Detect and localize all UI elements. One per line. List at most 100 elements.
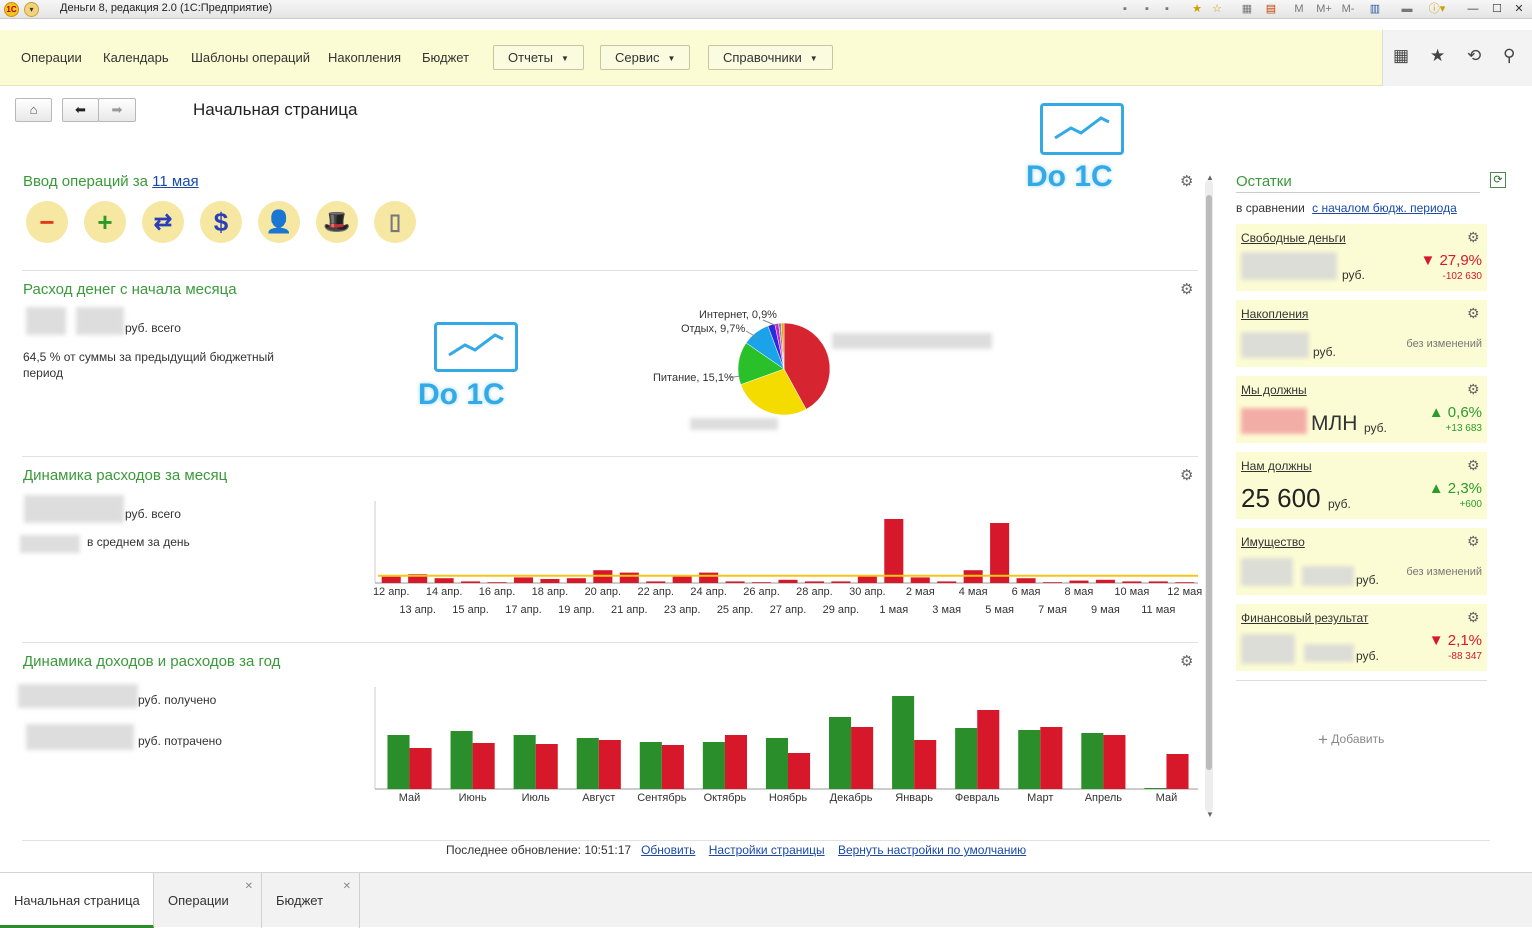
service-dropdown[interactable]: Сервис ▼ bbox=[600, 45, 691, 70]
info-icon[interactable]: ⓘ▾ bbox=[1426, 1, 1448, 18]
card-change: ▼ 2,1% bbox=[1428, 632, 1482, 649]
search-icon[interactable]: ⚲ bbox=[1503, 46, 1515, 66]
save-icon[interactable]: ▪ bbox=[1118, 1, 1132, 18]
favorites-star-icon[interactable]: ★ bbox=[1430, 46, 1445, 66]
menu-item-calendar[interactable]: Календарь bbox=[103, 50, 169, 65]
reports-dropdown[interactable]: Отчеты ▼ bbox=[493, 45, 584, 70]
maximize-icon[interactable]: ☐ bbox=[1490, 1, 1504, 18]
last-update-time: 10:51:17 bbox=[584, 843, 632, 857]
card-gear-icon[interactable]: ⚙ bbox=[1467, 381, 1480, 398]
bar bbox=[409, 748, 432, 789]
x-tick-label: 5 мая bbox=[985, 604, 1014, 616]
preview-icon[interactable]: ▪ bbox=[1160, 1, 1174, 18]
main-menu-icon[interactable]: ▾ bbox=[24, 2, 39, 17]
card-title[interactable]: Финансовый результат bbox=[1241, 611, 1368, 625]
favorite-list-icon[interactable]: ☆ bbox=[1210, 1, 1224, 18]
x-tick-label: 22 апр. bbox=[637, 586, 674, 598]
menu-item-templates[interactable]: Шаблоны операций bbox=[191, 50, 310, 65]
window-layout-icon[interactable]: ▬ bbox=[1398, 1, 1416, 18]
refresh-link[interactable]: Обновить bbox=[641, 843, 695, 857]
expense-minus-button[interactable]: − bbox=[26, 201, 68, 243]
close-tab-icon[interactable]: ✕ bbox=[245, 859, 253, 914]
bar bbox=[576, 738, 599, 789]
currency-exchange-button[interactable]: $ bbox=[200, 201, 242, 243]
card-title[interactable]: Мы должны bbox=[1241, 383, 1307, 397]
calculator-icon[interactable]: ▦ bbox=[1240, 1, 1254, 18]
memory-clear-icon[interactable]: M bbox=[1292, 1, 1306, 18]
document-button[interactable]: ▯ bbox=[374, 201, 416, 243]
history-icon[interactable]: ⟲ bbox=[1467, 46, 1481, 66]
bar bbox=[1095, 579, 1115, 583]
footer-bar: Последнее обновление: 10:51:17 Обновить … bbox=[446, 843, 1026, 857]
close-window-icon[interactable]: ✕ bbox=[1512, 1, 1526, 18]
forward-button[interactable]: ➡ bbox=[98, 98, 136, 122]
scrollbar-thumb[interactable] bbox=[1206, 195, 1212, 770]
balance-card-property[interactable]: Имущество ⚙ руб. без изменений bbox=[1236, 528, 1487, 595]
monthly-total-suffix: руб. всего bbox=[125, 507, 181, 521]
income-plus-button[interactable]: + bbox=[84, 201, 126, 243]
card-gear-icon[interactable]: ⚙ bbox=[1467, 305, 1480, 322]
chevron-down-icon: ▼ bbox=[560, 54, 569, 64]
bar bbox=[765, 738, 788, 789]
all-functions-icon[interactable]: ▦ bbox=[1393, 46, 1409, 66]
menu-item-operations[interactable]: Операции bbox=[21, 50, 82, 65]
app-logo-icon[interactable]: 1С bbox=[4, 2, 19, 17]
bar bbox=[1144, 788, 1167, 789]
menu-item-budget[interactable]: Бюджет bbox=[422, 50, 469, 65]
bar bbox=[884, 519, 904, 583]
minimize-icon[interactable]: — bbox=[1466, 1, 1480, 18]
close-tab-icon[interactable]: ✕ bbox=[343, 859, 351, 914]
x-tick-label: Ноябрь bbox=[769, 792, 807, 804]
card-title[interactable]: Нам должны bbox=[1241, 459, 1312, 473]
card-gear-icon[interactable]: ⚙ bbox=[1467, 457, 1480, 474]
card-title[interactable]: Имущество bbox=[1241, 535, 1305, 549]
compare-period-link[interactable]: с началом бюдж. периода bbox=[1312, 201, 1457, 215]
page-settings-link[interactable]: Настройки страницы bbox=[709, 843, 825, 857]
tab-home[interactable]: Начальная страница bbox=[0, 873, 154, 928]
card-gear-icon[interactable]: ⚙ bbox=[1467, 533, 1480, 550]
yearly-settings-gear-icon[interactable]: ⚙ bbox=[1180, 652, 1193, 670]
monthly-settings-gear-icon[interactable]: ⚙ bbox=[1180, 466, 1193, 484]
debt-person-button[interactable]: 👤 bbox=[258, 201, 300, 243]
card-gear-icon[interactable]: ⚙ bbox=[1467, 229, 1480, 246]
entry-settings-gear-icon[interactable]: ⚙ bbox=[1180, 172, 1193, 190]
balance-card-financial-result[interactable]: Финансовый результат ⚙ руб. ▼ 2,1% -88 3… bbox=[1236, 604, 1487, 671]
top-hat-button[interactable]: 🎩 bbox=[316, 201, 358, 243]
divider bbox=[22, 270, 1198, 271]
transfer-button[interactable]: ⇄ bbox=[142, 201, 184, 243]
home-button[interactable]: ⌂ bbox=[15, 98, 52, 122]
refresh-balances-icon[interactable]: ⟳ bbox=[1490, 172, 1506, 188]
card-title[interactable]: Свободные деньги bbox=[1241, 231, 1346, 245]
balance-card-savings[interactable]: Накопления ⚙ руб. без изменений bbox=[1236, 300, 1487, 367]
card-gear-icon[interactable]: ⚙ bbox=[1467, 609, 1480, 626]
scrollbar[interactable] bbox=[1205, 180, 1213, 812]
tab-budget[interactable]: Бюджет ✕ bbox=[262, 873, 360, 928]
memory-minus-icon[interactable]: M- bbox=[1338, 1, 1358, 18]
home-icon: ⌂ bbox=[29, 102, 38, 117]
directories-dropdown[interactable]: Справочники ▼ bbox=[708, 45, 833, 70]
balance-card-we-owe[interactable]: Мы должны ⚙ МЛН руб. ▲ 0,6% +13 683 bbox=[1236, 376, 1487, 443]
tab-operations[interactable]: Операции ✕ bbox=[154, 873, 262, 928]
bar bbox=[788, 753, 811, 789]
entry-date-link[interactable]: 11 мая bbox=[152, 173, 199, 190]
spend-settings-gear-icon[interactable]: ⚙ bbox=[1180, 280, 1193, 298]
reset-settings-link[interactable]: Вернуть настройки по умолчанию bbox=[838, 843, 1026, 857]
favorite-icon[interactable]: ★ bbox=[1190, 1, 1204, 18]
calendar-icon[interactable]: ▤ bbox=[1264, 1, 1278, 18]
balance-card-free-money[interactable]: Свободные деньги ⚙ руб. ▼ 27,9% -102 630 bbox=[1236, 224, 1487, 291]
memory-plus-icon[interactable]: M+ bbox=[1314, 1, 1334, 18]
compare-row: в сравнении с началом бюдж. периода bbox=[1236, 201, 1457, 215]
menu-item-savings[interactable]: Накопления bbox=[328, 50, 401, 65]
add-balance-button[interactable]: + Добавить bbox=[1318, 730, 1384, 750]
balance-card-owed-to-us[interactable]: Нам должны ⚙ 25 600 руб. ▲ 2,3% +600 bbox=[1236, 452, 1487, 519]
print-icon[interactable]: ▪ bbox=[1140, 1, 1154, 18]
back-button[interactable]: ⬅ bbox=[62, 98, 99, 122]
blurred-pie-label bbox=[690, 418, 778, 430]
card-title[interactable]: Накопления bbox=[1241, 307, 1308, 321]
watermark-text: Do 1C bbox=[418, 378, 505, 411]
scroll-down-icon[interactable]: ▼ bbox=[1206, 810, 1214, 819]
panels-icon[interactable]: ▥ bbox=[1368, 1, 1382, 18]
bar bbox=[672, 575, 692, 583]
x-tick-label: 3 мая bbox=[932, 604, 961, 616]
scroll-up-icon[interactable]: ▲ bbox=[1206, 173, 1214, 182]
